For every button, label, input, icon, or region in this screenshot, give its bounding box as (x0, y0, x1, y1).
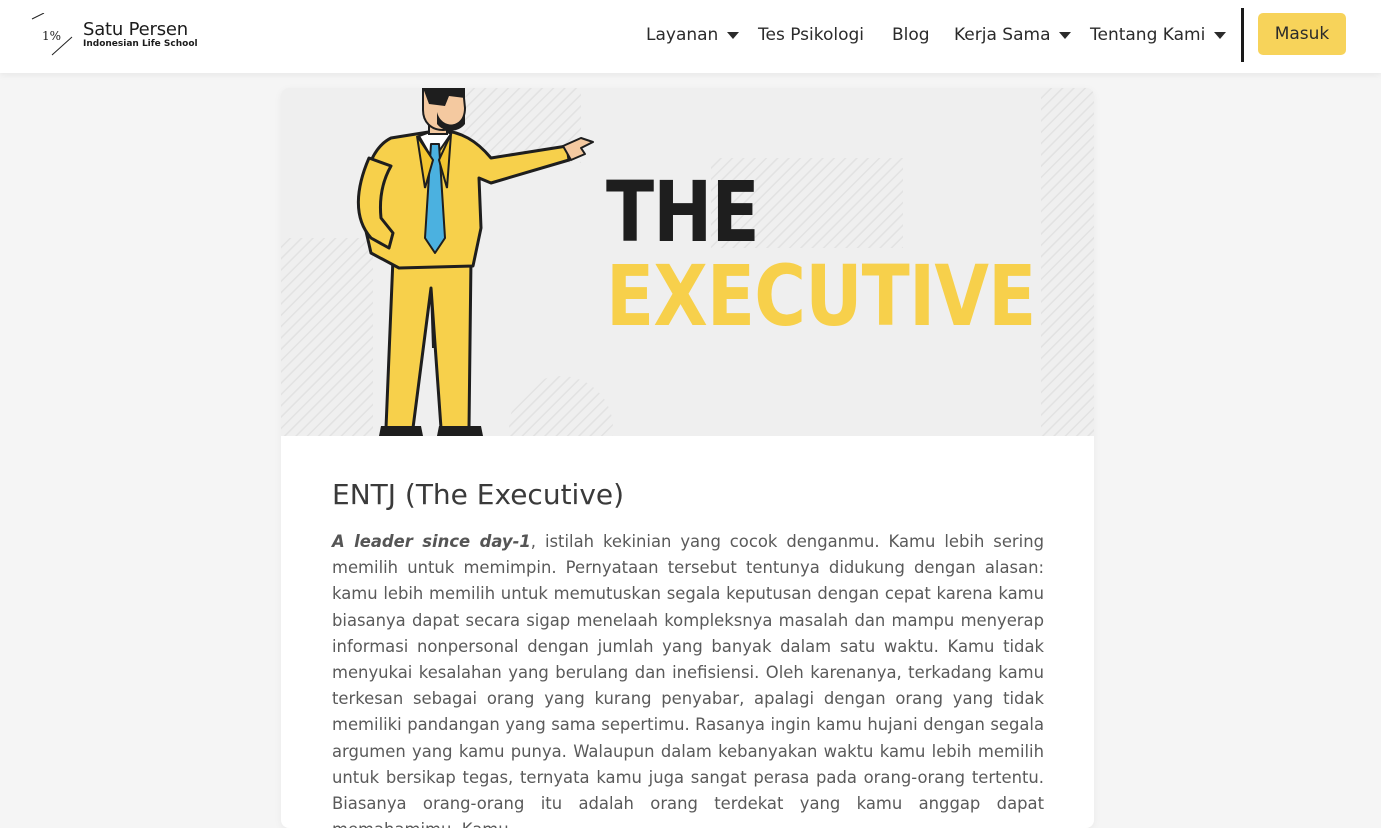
article-lead-emphasis: A leader since day-1 (332, 532, 531, 551)
brand-name: Satu Persen (83, 19, 188, 40)
article-card: THE EXECUTIVE ENTJ (The Executive) A lea… (281, 88, 1094, 828)
nav-item-kerja-sama[interactable]: Kerja Sama (954, 22, 1072, 48)
nav-item-label: Tentang Kami (1090, 25, 1206, 45)
caret-down-icon (727, 32, 740, 39)
article-body-text: , istilah kekinian yang cocok denganmu. … (332, 532, 1044, 828)
hero-banner: THE EXECUTIVE (281, 88, 1094, 436)
caret-down-icon (1059, 32, 1072, 39)
nav-divider (1241, 8, 1244, 62)
site-header: 1% Satu Persen Indonesian Life School La… (0, 0, 1381, 73)
article-title: ENTJ (The Executive) (332, 478, 625, 511)
article-body: A leader since day-1, istilah kekinian y… (332, 529, 1044, 828)
nav-item-blog[interactable]: Blog (892, 22, 930, 48)
nav-item-label: Layanan (646, 25, 719, 45)
nav-item-layanan[interactable]: Layanan (646, 22, 740, 48)
brand-tagline: Indonesian Life School (83, 39, 198, 49)
caret-down-icon (1214, 32, 1227, 39)
login-button[interactable]: Masuk (1258, 13, 1346, 55)
svg-text:1%: 1% (42, 29, 61, 43)
brand-logo[interactable]: 1% Satu Persen Indonesian Life School (30, 13, 210, 57)
nav-item-tes-psikologi[interactable]: Tes Psikologi (758, 22, 864, 48)
hero-title-executive: EXECUTIVE (606, 247, 1036, 345)
nav-item-label: Kerja Sama (954, 25, 1051, 45)
one-percent-logo-icon: 1% (31, 13, 73, 56)
nav-item-label: Blog (892, 25, 930, 45)
hero-title-the: THE (606, 163, 760, 261)
nav-item-tentang-kami[interactable]: Tentang Kami (1090, 22, 1227, 48)
nav-item-label: Tes Psikologi (758, 25, 865, 45)
